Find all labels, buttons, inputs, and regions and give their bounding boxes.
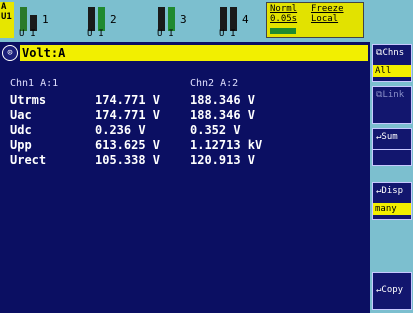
- chns-label: ⧉Chns: [376, 48, 405, 58]
- col-header-chn1: Chn1 A:1: [10, 78, 59, 89]
- chns-value: All: [373, 65, 411, 77]
- local-status: Local: [311, 14, 339, 24]
- sum-softkey[interactable]: ↵Sum: [372, 128, 412, 166]
- copy-label: ↵Copy: [376, 285, 404, 295]
- value-cell: 0.236 V: [95, 123, 146, 137]
- link-label: ⧉Link: [376, 90, 405, 100]
- link-softkey[interactable]: ⧉Link: [372, 86, 412, 124]
- menu-circle-icon[interactable]: ⊙: [2, 45, 18, 61]
- ch2-ui-label: UI: [87, 29, 110, 39]
- sum-label: ↵Sum: [376, 132, 398, 142]
- ch1-voltage-bar: [20, 7, 27, 31]
- ch4-current-bar: [230, 7, 237, 31]
- ch1-number: 1: [42, 13, 49, 26]
- channel-1-meter: UI 1: [18, 3, 58, 39]
- acquisition-status: Norml Freeze 0.05s Local: [266, 2, 364, 38]
- ch1-ui-label: UI: [19, 29, 42, 39]
- ch3-voltage-bar: [158, 7, 165, 31]
- value-cell: 188.346 V: [190, 108, 256, 122]
- ch4-voltage-bar: [220, 7, 227, 31]
- cycle-time: 0.05s: [270, 14, 298, 24]
- value-cell: 188.346 V: [190, 93, 256, 107]
- measurement-panel: Chn1 A:1 Chn2 A:2 Utrms 174.771 V 188.34…: [0, 64, 370, 313]
- channel-3-meter: UI 3: [156, 3, 196, 39]
- disp-label: ↵Disp: [376, 186, 404, 196]
- disp-softkey[interactable]: ↵Disp many: [372, 182, 412, 220]
- softkey-column: ⧉Chns All ⧉Link ↵Sum ↵Disp many ↵Copy: [370, 42, 413, 313]
- row-label: Udc: [10, 123, 32, 137]
- title-bar: ⊙ Volt:A: [0, 42, 370, 64]
- value-cell: 0.352 V: [190, 123, 241, 137]
- range-top-label: A: [1, 2, 7, 12]
- ch3-number: 3: [180, 13, 187, 26]
- ch2-current-bar: [98, 7, 105, 31]
- ch3-ui-label: UI: [157, 29, 180, 39]
- sum-value: [373, 149, 411, 161]
- copy-softkey[interactable]: ↵Copy: [372, 272, 412, 310]
- freeze-status: Freeze: [311, 4, 344, 14]
- row-label: Uac: [10, 108, 32, 122]
- title-strip: [20, 45, 368, 61]
- value-cell: 613.625 V: [95, 138, 161, 152]
- ch4-ui-label: UI: [219, 29, 242, 39]
- value-cell: 174.771 V: [95, 93, 161, 107]
- disp-value: many: [373, 203, 411, 215]
- status-bar: A U1 UI 1 UI 2 UI 3 UI 4 Norml Freeze 0.…: [0, 0, 413, 42]
- value-cell: 1.12713 kV: [190, 138, 263, 152]
- ch3-current-bar: [168, 7, 175, 31]
- value-cell: 105.338 V: [95, 153, 161, 167]
- channel-4-meter: UI 4: [218, 3, 258, 39]
- value-cell: 174.771 V: [95, 108, 161, 122]
- ch4-number: 4: [242, 13, 249, 26]
- row-label: Upp: [10, 138, 32, 152]
- cycle-progress-bar: [270, 28, 296, 34]
- page-title: Volt:A: [22, 46, 66, 60]
- ch2-voltage-bar: [88, 7, 95, 31]
- range-indicator: A U1: [0, 2, 14, 38]
- channel-2-meter: UI 2: [86, 3, 126, 39]
- value-cell: 120.913 V: [190, 153, 256, 167]
- col-header-chn2: Chn2 A:2: [190, 78, 239, 89]
- instrument-screen: A U1 UI 1 UI 2 UI 3 UI 4 Norml Freeze 0.…: [0, 0, 413, 313]
- mode-status: Norml: [270, 4, 298, 14]
- row-label: Urect: [10, 153, 47, 167]
- ch2-number: 2: [110, 13, 117, 26]
- row-label: Utrms: [10, 93, 47, 107]
- chns-softkey[interactable]: ⧉Chns All: [372, 44, 412, 82]
- range-bottom-label: U1: [1, 12, 12, 22]
